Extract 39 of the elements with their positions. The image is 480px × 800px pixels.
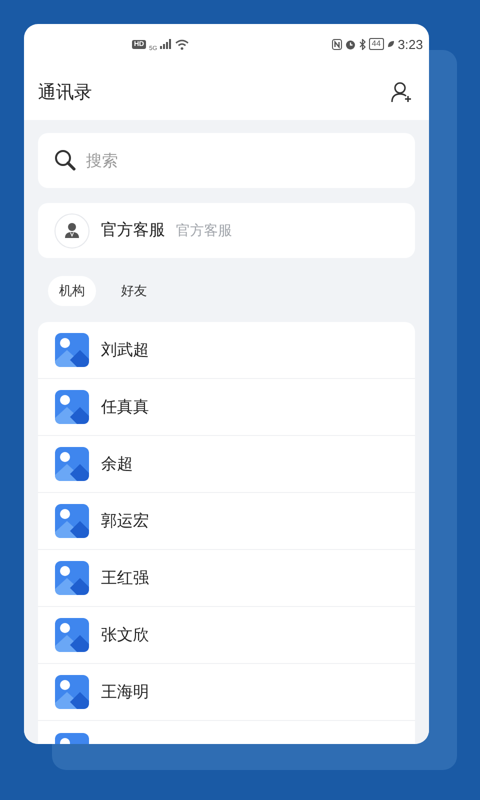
add-contact-icon[interactable] (391, 81, 413, 103)
contact-row[interactable]: 余超 (38, 436, 415, 493)
service-subtitle: 官方客服 (176, 222, 232, 240)
contact-name: 刘武超 (101, 340, 149, 360)
contact-name: 张文欣 (101, 624, 149, 646)
person-icon (54, 212, 90, 248)
contact-name: 余超 (101, 454, 133, 474)
image-icon (55, 333, 89, 367)
bluetooth-icon (358, 38, 366, 50)
image-icon (55, 390, 89, 424)
signal-icon (160, 39, 172, 49)
tab[interactable]: 机构 (48, 276, 96, 306)
contact-row[interactable]: 王红强 (38, 550, 415, 607)
wifi-icon (175, 38, 190, 50)
image-icon (55, 447, 89, 481)
service-name: 官方客服 (101, 220, 165, 241)
image-icon (55, 504, 89, 538)
contact-row[interactable]: 任真真 (38, 379, 415, 436)
contact-name: 郭运宏 (101, 510, 149, 532)
battery-level: 44 (368, 38, 384, 50)
image-icon (55, 675, 89, 709)
status-time: 3:23 (398, 36, 423, 52)
contact-row[interactable]: 刘武超 (38, 322, 415, 379)
contact-name: 任真真 (101, 396, 149, 418)
search-field[interactable]: 搜索 (38, 133, 415, 188)
contact-row[interactable]: 郭运宏 (38, 493, 415, 550)
contact-name: 王海明 (101, 682, 149, 702)
leaf-icon (386, 40, 395, 48)
nfc-icon (332, 38, 342, 50)
page-title: 通讯录 (38, 81, 92, 104)
contact-name: 王红强 (101, 568, 149, 588)
alarm-icon (344, 38, 356, 50)
service-card[interactable]: 官方客服 官方客服 (38, 203, 415, 258)
image-icon (55, 618, 89, 652)
contact-row[interactable]: 王海明 (38, 664, 415, 721)
search-icon (54, 149, 76, 171)
image-icon (55, 561, 89, 595)
tab[interactable]: 好友 (110, 276, 158, 306)
contact-row[interactable]: 张文欣 (38, 607, 415, 664)
